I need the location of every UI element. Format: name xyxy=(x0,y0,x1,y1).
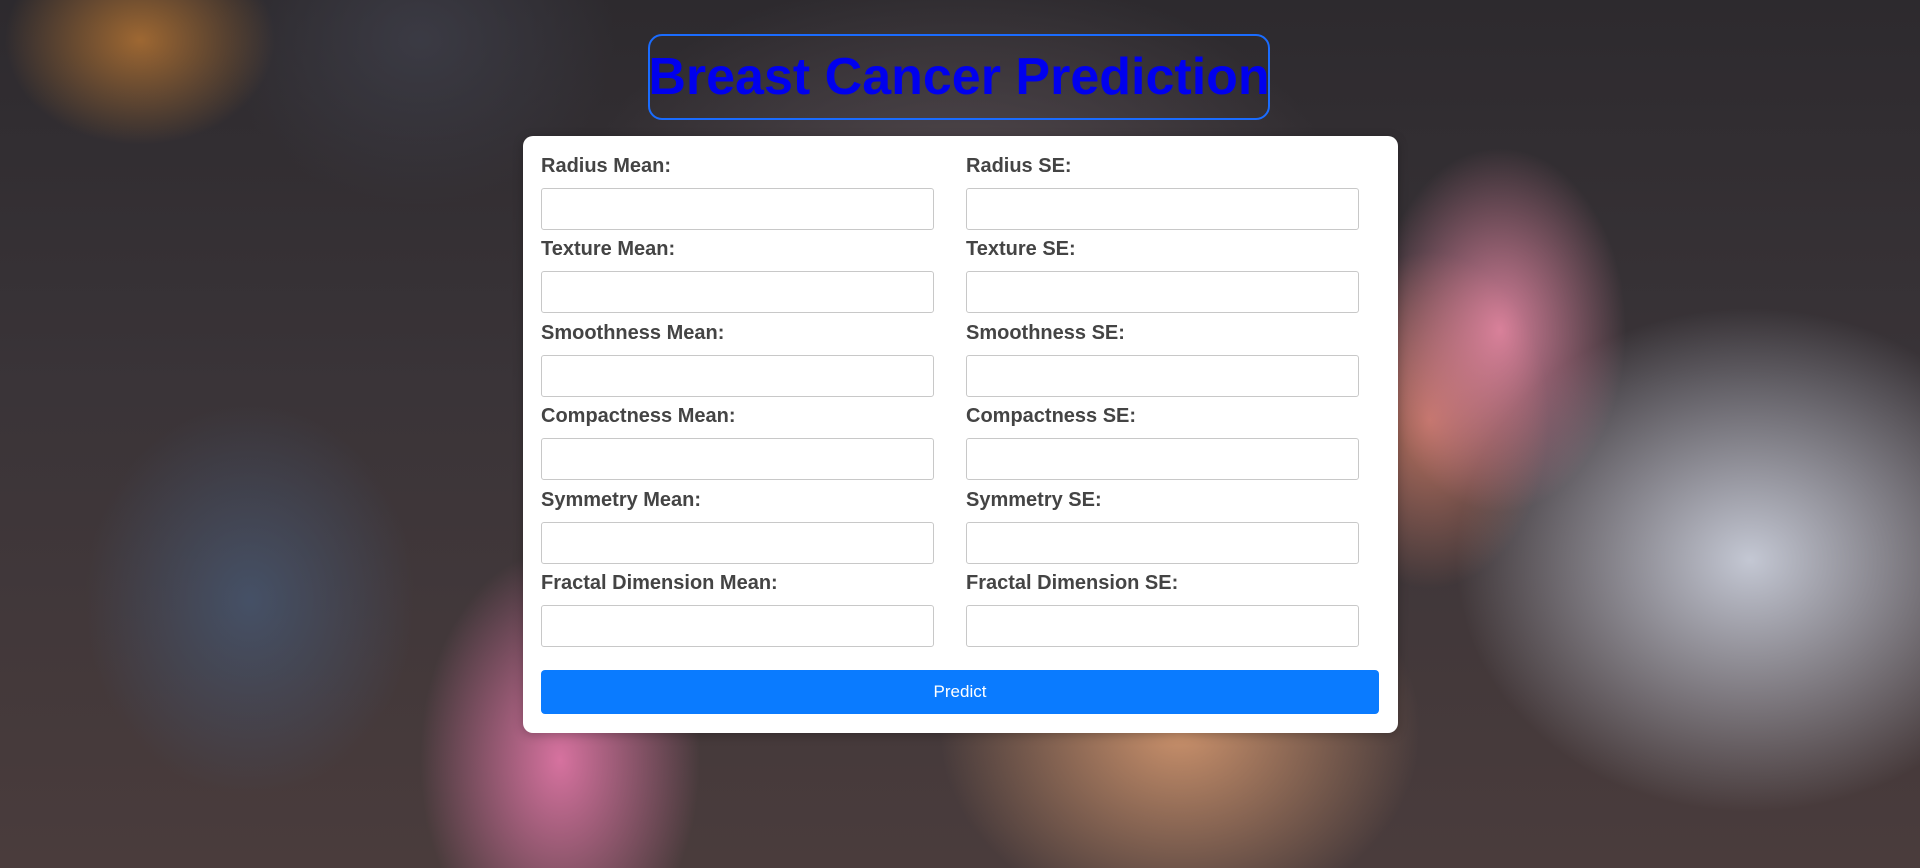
page-title: Breast Cancer Prediction xyxy=(648,48,1270,106)
texture-mean-label: Texture Mean: xyxy=(541,238,676,260)
symmetry-mean-group: Symmetry Mean: xyxy=(541,488,934,564)
compactness-mean-group: Compactness Mean: xyxy=(541,404,934,480)
fractal-dimension-mean-group: Fractal Dimension Mean: xyxy=(541,571,934,647)
compactness-mean-input[interactable] xyxy=(541,438,934,480)
texture-se-group: Texture SE: xyxy=(966,237,1359,313)
radius-mean-label: Radius Mean: xyxy=(541,155,672,177)
smoothness-se-label: Smoothness SE: xyxy=(966,322,1125,344)
texture-se-input[interactable] xyxy=(966,271,1359,313)
fractal-dimension-mean-input[interactable] xyxy=(541,605,934,647)
symmetry-se-input[interactable] xyxy=(966,522,1359,564)
symmetry-mean-label: Symmetry Mean: xyxy=(541,489,702,511)
smoothness-mean-label: Smoothness Mean: xyxy=(541,322,725,344)
fractal-dimension-mean-label: Fractal Dimension Mean: xyxy=(541,572,778,594)
radius-se-group: Radius SE: xyxy=(966,154,1359,230)
page-title-box: Breast Cancer Prediction xyxy=(648,34,1270,120)
smoothness-se-input[interactable] xyxy=(966,355,1359,397)
compactness-se-group: Compactness SE: xyxy=(966,404,1359,480)
radius-se-label: Radius SE: xyxy=(966,155,1072,177)
texture-mean-input[interactable] xyxy=(541,271,934,313)
symmetry-se-label: Symmetry SE: xyxy=(966,489,1102,511)
texture-mean-group: Texture Mean: xyxy=(541,237,934,313)
smoothness-mean-input[interactable] xyxy=(541,355,934,397)
fractal-dimension-se-group: Fractal Dimension SE: xyxy=(966,571,1359,647)
fractal-dimension-se-input[interactable] xyxy=(966,605,1359,647)
texture-se-label: Texture SE: xyxy=(966,238,1076,260)
prediction-form: Radius Mean: Radius SE: Texture Mean: Te… xyxy=(523,136,1398,733)
fractal-dimension-se-label: Fractal Dimension SE: xyxy=(966,572,1179,594)
predict-button[interactable]: Predict xyxy=(541,670,1379,714)
radius-mean-input[interactable] xyxy=(541,188,934,230)
smoothness-mean-group: Smoothness Mean: xyxy=(541,321,934,397)
symmetry-mean-input[interactable] xyxy=(541,522,934,564)
radius-mean-group: Radius Mean: xyxy=(541,154,934,230)
radius-se-input[interactable] xyxy=(966,188,1359,230)
compactness-mean-label: Compactness Mean: xyxy=(541,405,736,427)
compactness-se-input[interactable] xyxy=(966,438,1359,480)
smoothness-se-group: Smoothness SE: xyxy=(966,321,1359,397)
compactness-se-label: Compactness SE: xyxy=(966,405,1137,427)
symmetry-se-group: Symmetry SE: xyxy=(966,488,1359,564)
